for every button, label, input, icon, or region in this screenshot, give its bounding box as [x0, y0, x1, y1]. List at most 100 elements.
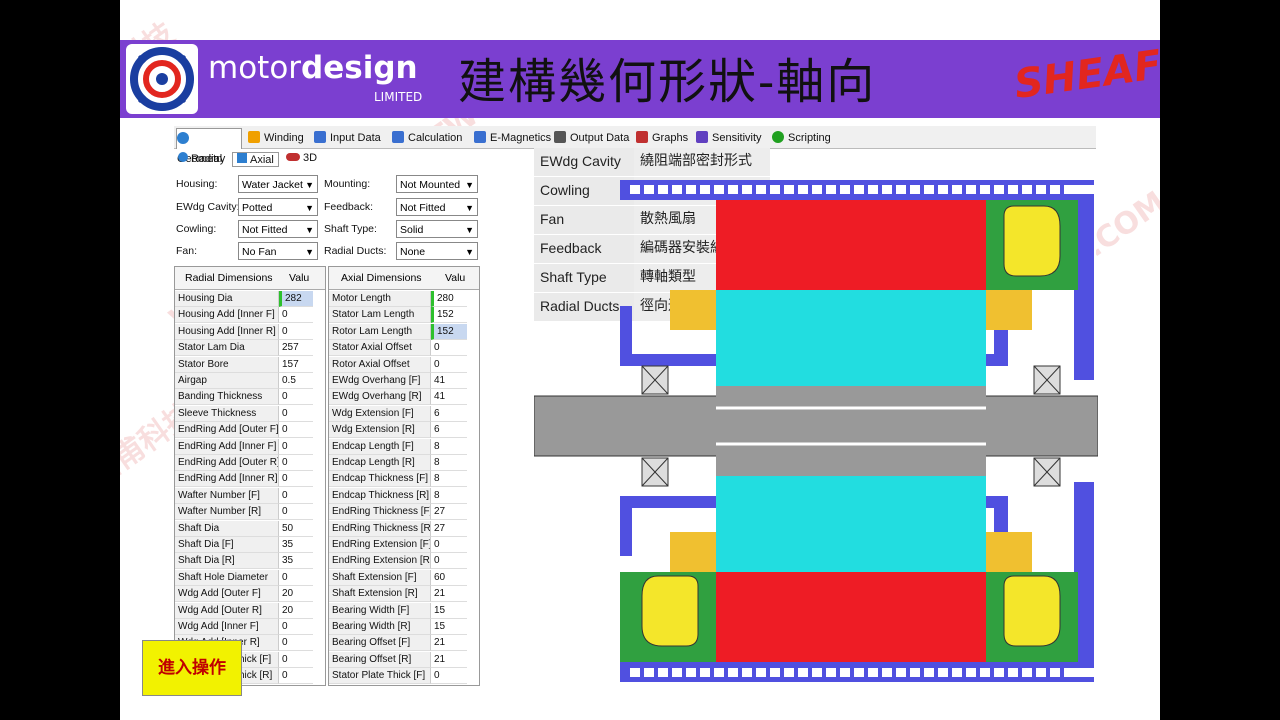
row-value-input[interactable]: 0.5 — [279, 373, 313, 389]
table-row[interactable]: Rotor Lam Length 152 — [329, 323, 467, 340]
row-value-input[interactable]: 21 — [431, 652, 467, 668]
table-row[interactable]: Housing Add [Inner R] 0 — [175, 323, 313, 340]
row-value-input[interactable]: 0 — [279, 504, 313, 521]
table-row[interactable]: Stator Axial Offset 0 — [329, 340, 467, 357]
table-row[interactable]: Stator Lam Length 152 — [329, 307, 467, 324]
subtab-3d[interactable]: 3D — [286, 152, 317, 164]
row-value-input[interactable]: 27 — [431, 504, 467, 521]
tab-geometry[interactable]: Geometry — [176, 128, 242, 165]
row-value-input[interactable]: 0 — [279, 488, 313, 504]
table-row[interactable]: Wdg Add [Outer F] 20 — [175, 586, 313, 603]
row-value-input[interactable]: 157 — [279, 357, 313, 373]
row-value-input[interactable]: 6 — [431, 422, 467, 439]
table-row[interactable]: Shaft Extension [R] 21 — [329, 586, 467, 603]
table-row[interactable]: Endcap Length [F] 8 — [329, 438, 467, 455]
table-row[interactable]: Banding Thickness 0 — [175, 389, 313, 406]
row-value-input[interactable]: 0 — [279, 471, 313, 488]
row-value-input[interactable]: 6 — [431, 406, 467, 422]
table-row[interactable]: Motor Length 280 — [329, 291, 467, 307]
tab-calculation[interactable]: Calculation — [392, 128, 462, 148]
table-row[interactable]: Wafter Number [R] 0 — [175, 504, 313, 521]
table-row[interactable]: Wafter Number [F] 0 — [175, 487, 313, 504]
table-row[interactable]: Airgap 0.5 — [175, 373, 313, 389]
row-value-input[interactable]: 0 — [279, 307, 313, 324]
table-row[interactable]: Wdg Add [Outer R] 20 — [175, 602, 313, 619]
table-row[interactable]: Stator Lam Dia 257 — [175, 340, 313, 357]
table-row[interactable]: EndRing Add [Outer F] 0 — [175, 422, 313, 439]
row-value-input[interactable]: 8 — [431, 471, 467, 488]
table-row[interactable]: EndRing Add [Outer R] 0 — [175, 455, 313, 471]
table-row[interactable]: Wdg Add [Inner F] 0 — [175, 619, 313, 635]
table-row[interactable]: Housing Dia 282 — [175, 291, 313, 307]
tab-winding[interactable]: Winding — [248, 128, 304, 148]
row-value-input[interactable]: 21 — [431, 635, 467, 652]
row-value-input[interactable]: 8 — [431, 439, 467, 455]
table-row[interactable]: EndRing Extension [F] 0 — [329, 537, 467, 553]
row-value-input[interactable]: 15 — [431, 619, 467, 635]
housing-select[interactable]: Water Jacket ▼ — [238, 175, 318, 193]
row-value-input[interactable]: 0 — [431, 340, 467, 357]
table-row[interactable]: Endcap Length [R] 8 — [329, 455, 467, 471]
fan-select[interactable]: No Fan ▼ — [238, 242, 318, 260]
table-row[interactable]: Shaft Extension [F] 60 — [329, 569, 467, 586]
table-row[interactable]: Bearing Offset [F] 21 — [329, 635, 467, 652]
row-value-input[interactable]: 8 — [431, 488, 467, 504]
row-value-input[interactable]: 0 — [431, 537, 467, 553]
row-value-input[interactable]: 152 — [431, 307, 467, 324]
row-value-input[interactable]: 35 — [279, 553, 313, 570]
table-row[interactable]: EndRing Thickness [F] 27 — [329, 504, 467, 521]
table-row[interactable]: Shaft Hole Diameter 0 — [175, 569, 313, 586]
table-row[interactable]: Wdg Extension [F] 6 — [329, 405, 467, 422]
row-value-input[interactable]: 60 — [431, 570, 467, 586]
axial-grid-header[interactable]: Axial Dimensions — [329, 267, 441, 290]
table-row[interactable]: Endcap Thickness [F] 8 — [329, 471, 467, 488]
row-value-input[interactable]: 0 — [279, 422, 313, 439]
row-value-input[interactable]: 0 — [279, 668, 313, 685]
row-value-input[interactable]: 282 — [279, 291, 313, 307]
row-value-input[interactable]: 0 — [279, 455, 313, 471]
table-row[interactable]: EndRing Add [Inner F] 0 — [175, 438, 313, 455]
row-value-input[interactable]: 280 — [431, 291, 467, 307]
tab-sensitivity[interactable]: Sensitivity — [696, 128, 762, 148]
row-value-input[interactable]: 15 — [431, 603, 467, 619]
row-value-input[interactable]: 0 — [279, 652, 313, 668]
table-row[interactable]: Shaft Dia 50 — [175, 520, 313, 537]
row-value-input[interactable]: 20 — [279, 603, 313, 619]
table-row[interactable]: EndRing Thickness [R] 27 — [329, 520, 467, 537]
row-value-input[interactable]: 152 — [431, 323, 467, 340]
table-row[interactable]: Stator Bore 157 — [175, 356, 313, 373]
row-value-input[interactable]: 0 — [431, 357, 467, 373]
tab-input-data[interactable]: Input Data — [314, 128, 381, 148]
row-value-input[interactable]: 0 — [279, 389, 313, 406]
row-value-input[interactable]: 257 — [279, 340, 313, 357]
table-row[interactable]: Bearing Offset [R] 21 — [329, 651, 467, 668]
row-value-input[interactable]: 0 — [279, 406, 313, 422]
mounting-select[interactable]: Not Mounted ▼ — [396, 175, 478, 193]
tab-scripting[interactable]: Scripting — [772, 128, 831, 148]
row-value-input[interactable]: 0 — [279, 619, 313, 635]
table-row[interactable]: Stator Plate Thick [F]0 — [329, 668, 467, 685]
row-value-input[interactable]: 27 — [431, 521, 467, 537]
subtab-axial[interactable]: Axial — [232, 152, 279, 167]
row-value-input[interactable]: 0 — [279, 635, 313, 652]
tab-emagnetics[interactable]: E-Magnetics — [474, 128, 551, 148]
table-row[interactable]: Sleeve Thickness 0 — [175, 405, 313, 422]
subtab-radial[interactable]: Radial — [178, 152, 222, 165]
table-row[interactable]: EndRing Add [Inner R] 0 — [175, 471, 313, 488]
tab-graphs[interactable]: Graphs — [636, 128, 688, 148]
table-row[interactable]: EWdg Overhang [R] 41 — [329, 389, 467, 406]
table-row[interactable]: Shaft Dia [R] 35 — [175, 553, 313, 570]
table-row[interactable]: Wdg Extension [R] 6 — [329, 422, 467, 439]
row-value-input[interactable]: 0 — [431, 668, 467, 685]
row-value-input[interactable]: 41 — [431, 373, 467, 389]
row-value-input[interactable]: 20 — [279, 586, 313, 603]
row-value-input[interactable]: 41 — [431, 389, 467, 406]
row-value-input[interactable]: 21 — [431, 586, 467, 603]
ewdg-select[interactable]: Potted ▼ — [238, 198, 318, 216]
table-row[interactable]: EWdg Overhang [F] 41 — [329, 373, 467, 389]
row-value-input[interactable]: 35 — [279, 537, 313, 553]
tab-output-data[interactable]: Output Data — [554, 128, 629, 148]
table-row[interactable]: Housing Add [Inner F] 0 — [175, 307, 313, 324]
table-row[interactable]: Bearing Width [F] 15 — [329, 602, 467, 619]
row-value-input[interactable]: 8 — [431, 455, 467, 471]
